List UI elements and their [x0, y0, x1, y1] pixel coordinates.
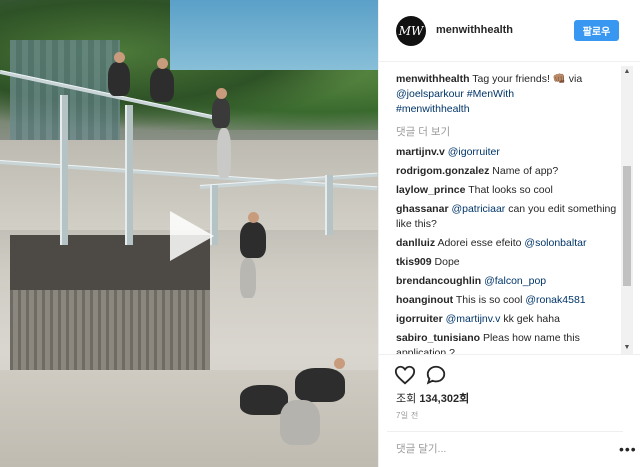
railing-post: [60, 95, 68, 245]
post-caption: menwithhealth Tag your friends! 👊🏽 via @…: [396, 72, 625, 117]
parkour-figure: [212, 88, 230, 128]
comment-username[interactable]: hoanginout: [396, 294, 453, 306]
caption-mention[interactable]: @joelsparkour: [396, 88, 464, 100]
follow-button[interactable]: 팔로우: [574, 20, 619, 41]
parkour-figure-legs: [217, 128, 231, 178]
parkour-figure: [295, 358, 345, 402]
more-options-icon[interactable]: •••: [619, 441, 637, 457]
post-actions: 조회 134,302회 7일 전 댓글 달기... •••: [379, 354, 640, 467]
parkour-figure: [240, 212, 266, 258]
comment-username[interactable]: tkis909: [396, 256, 432, 268]
comment-item: igorruiter @martijnv.v kk gek haha: [396, 312, 618, 327]
post-details-panel: MW menwithhealth 팔로우 menwithhealth Tag y…: [378, 0, 640, 467]
speech-bubble-icon[interactable]: [425, 364, 447, 386]
play-icon[interactable]: [160, 207, 218, 265]
comment-mention[interactable]: @martijnv.v: [446, 313, 501, 325]
comment-item: ghassanar @patriciaar can you edit somet…: [396, 202, 618, 232]
comment-username[interactable]: igorruiter: [396, 313, 443, 325]
views-label: 조회: [396, 393, 417, 405]
comment-item: hoanginout This is so cool @ronak4581: [396, 293, 618, 308]
post-header: MW menwithhealth 팔로우: [379, 0, 640, 62]
railing-post: [325, 175, 333, 235]
load-more-comments-link[interactable]: 댓글 더 보기: [396, 124, 625, 139]
comments-scrollbar[interactable]: ▲ ▼: [621, 66, 633, 354]
comment-item: laylow_prince That looks so cool: [396, 183, 618, 198]
railing-post: [125, 105, 133, 245]
comment-item: martijnv.v @igorruiter: [396, 145, 618, 160]
comment-item: rodrigom.gonzalez Name of app?: [396, 164, 618, 179]
post-timestamp[interactable]: 7일 전: [396, 410, 419, 421]
caption-hashtag[interactable]: #menwithhealth: [396, 103, 470, 115]
comment-username[interactable]: rodrigom.gonzalez: [396, 165, 489, 177]
comment-item: brendancoughlin @falcon_pop: [396, 274, 618, 289]
post-username[interactable]: menwithhealth: [436, 24, 513, 36]
comment-username[interactable]: danlluiz: [396, 237, 435, 249]
scroll-up-arrow-icon[interactable]: ▲: [621, 66, 633, 78]
comment-item: tkis909 Dope: [396, 255, 618, 270]
comment-item: sabiro_tunisiano Pleas how name this app…: [396, 331, 618, 354]
comment-mention[interactable]: @falcon_pop: [484, 275, 546, 287]
heart-outline-icon[interactable]: [394, 364, 416, 386]
comment-mention[interactable]: @solonbaltar: [524, 237, 586, 249]
parkour-figure-legs: [280, 400, 320, 445]
caption-text: Tag your friends! 👊🏽 via: [472, 73, 583, 85]
avatar-logo-text: MW: [398, 24, 424, 38]
comment-text: Name of app?: [492, 165, 559, 177]
parkour-figure: [150, 58, 174, 102]
parkour-figure-legs: [240, 258, 256, 298]
comment-mention[interactable]: @patriciaar: [451, 203, 505, 215]
comment-mention[interactable]: @ronak4581: [525, 294, 585, 306]
comment-text: kk gek haha: [503, 313, 560, 325]
avatar[interactable]: MW: [396, 16, 426, 46]
scrollbar-thumb[interactable]: [623, 166, 631, 286]
comment-text: Adorei esse efeito: [437, 237, 522, 249]
comment-username[interactable]: martijnv.v: [396, 146, 445, 158]
caption-username[interactable]: menwithhealth: [396, 73, 470, 85]
comment-username[interactable]: brendancoughlin: [396, 275, 481, 287]
video-background-sky: [170, 0, 378, 70]
post-video[interactable]: [0, 0, 378, 467]
view-count: 조회 134,302회: [396, 390, 469, 406]
comment-mention[interactable]: @igorruiter: [448, 146, 500, 158]
comments-list: menwithhealth Tag your friends! 👊🏽 via @…: [379, 66, 625, 354]
comment-text: That looks so cool: [468, 184, 553, 196]
views-count[interactable]: 134,302회: [419, 393, 469, 405]
comment-item: danlluiz Adorei esse efeito @solonbaltar: [396, 236, 618, 251]
add-comment-input[interactable]: 댓글 달기...: [387, 431, 623, 461]
comment-text: Dope: [434, 256, 460, 268]
scroll-down-arrow-icon[interactable]: ▼: [621, 342, 633, 354]
comment-username[interactable]: sabiro_tunisiano: [396, 332, 480, 344]
comment-text: This is so cool: [455, 294, 523, 306]
parkour-figure: [108, 52, 130, 96]
comment-username[interactable]: laylow_prince: [396, 184, 465, 196]
comment-username[interactable]: ghassanar: [396, 203, 449, 215]
caption-hashtag[interactable]: #MenWith: [467, 88, 514, 100]
